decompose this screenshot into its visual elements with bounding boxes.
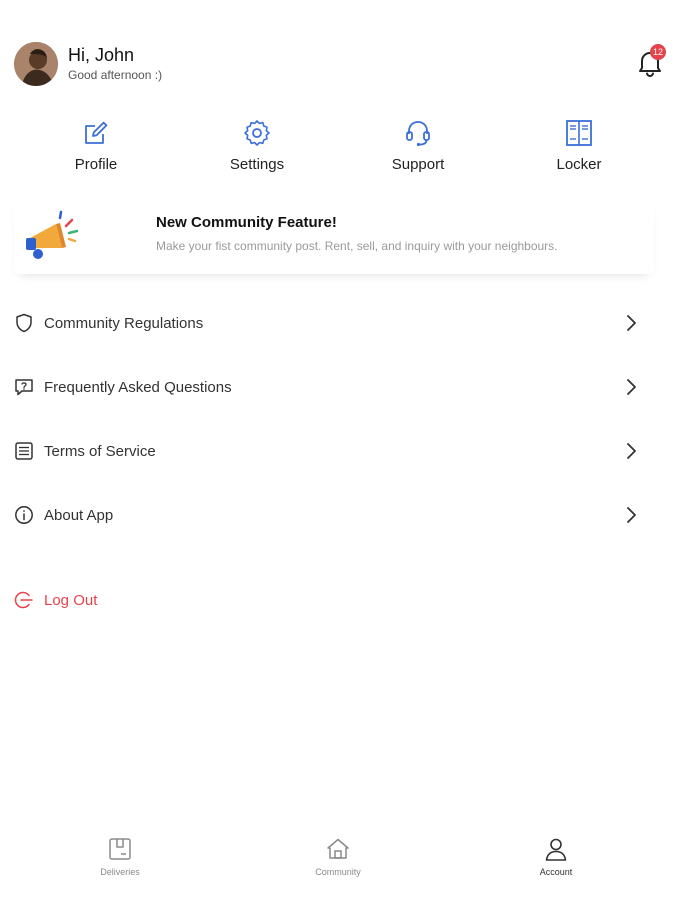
greeting-title: Hi, John [68, 45, 135, 65]
info-icon [15, 506, 33, 524]
banner-text: Make your fist community post. Rent, sel… [156, 239, 558, 253]
package-icon [109, 838, 131, 860]
support-label: Support [391, 156, 445, 173]
chevron-right-icon [627, 507, 636, 523]
shield-icon [16, 313, 32, 333]
tab-account[interactable]: Account [496, 836, 616, 877]
locker-button[interactable]: Locker [529, 118, 629, 173]
quick-actions: Profile Settings Support Locker [14, 118, 662, 178]
notifications-button[interactable]: 12 [636, 44, 666, 78]
tab-label: Community [315, 867, 361, 877]
edit-icon [85, 121, 108, 144]
logout-icon [14, 591, 33, 609]
menu-item-terms-of-service[interactable]: Terms of Service [14, 419, 644, 483]
menu-item-about-app[interactable]: About App [14, 483, 644, 547]
locker-icon [566, 120, 592, 146]
home-icon [327, 838, 349, 859]
banner-title: New Community Feature! [156, 214, 337, 231]
question-bubble-icon [15, 379, 33, 396]
chevron-right-icon [627, 379, 636, 395]
chevron-right-icon [627, 315, 636, 331]
settings-label: Settings [229, 156, 285, 173]
logout-button[interactable]: Log Out [14, 588, 214, 612]
support-button[interactable]: Support [368, 118, 468, 173]
tab-label: Deliveries [100, 867, 140, 877]
gear-icon [244, 120, 270, 146]
menu-item-label: Community Regulations [44, 315, 204, 332]
locker-label: Locker [556, 156, 602, 173]
menu-item-community-regulations[interactable]: Community Regulations [14, 291, 644, 355]
menu-item-label: Frequently Asked Questions [44, 379, 232, 396]
tab-community[interactable]: Community [278, 836, 398, 877]
greeting-subtitle: Good afternoon :) [68, 68, 163, 82]
menu-item-label: Terms of Service [44, 443, 156, 460]
user-icon [545, 838, 567, 861]
tab-label: Account [539, 867, 573, 877]
megaphone-icon [22, 208, 82, 264]
chevron-right-icon [627, 443, 636, 459]
account-header: Hi, John Good afternoon :) 12 [14, 42, 666, 90]
profile-label: Profile [74, 156, 118, 173]
menu-item-label: About App [44, 507, 114, 524]
account-menu: Community Regulations Frequently Asked Q… [14, 291, 644, 547]
notification-badge: 12 [650, 44, 666, 60]
profile-button[interactable]: Profile [46, 118, 146, 173]
avatar[interactable] [14, 42, 58, 86]
document-icon [15, 442, 33, 460]
logout-label: Log Out [44, 592, 98, 609]
settings-button[interactable]: Settings [207, 118, 307, 173]
headset-icon [406, 121, 430, 147]
tab-deliveries[interactable]: Deliveries [60, 836, 180, 877]
bottom-tab-bar: Deliveries Community Account [0, 836, 675, 900]
menu-item-faq[interactable]: Frequently Asked Questions [14, 355, 644, 419]
community-feature-banner[interactable]: New Community Feature! Make your fist co… [14, 198, 654, 274]
